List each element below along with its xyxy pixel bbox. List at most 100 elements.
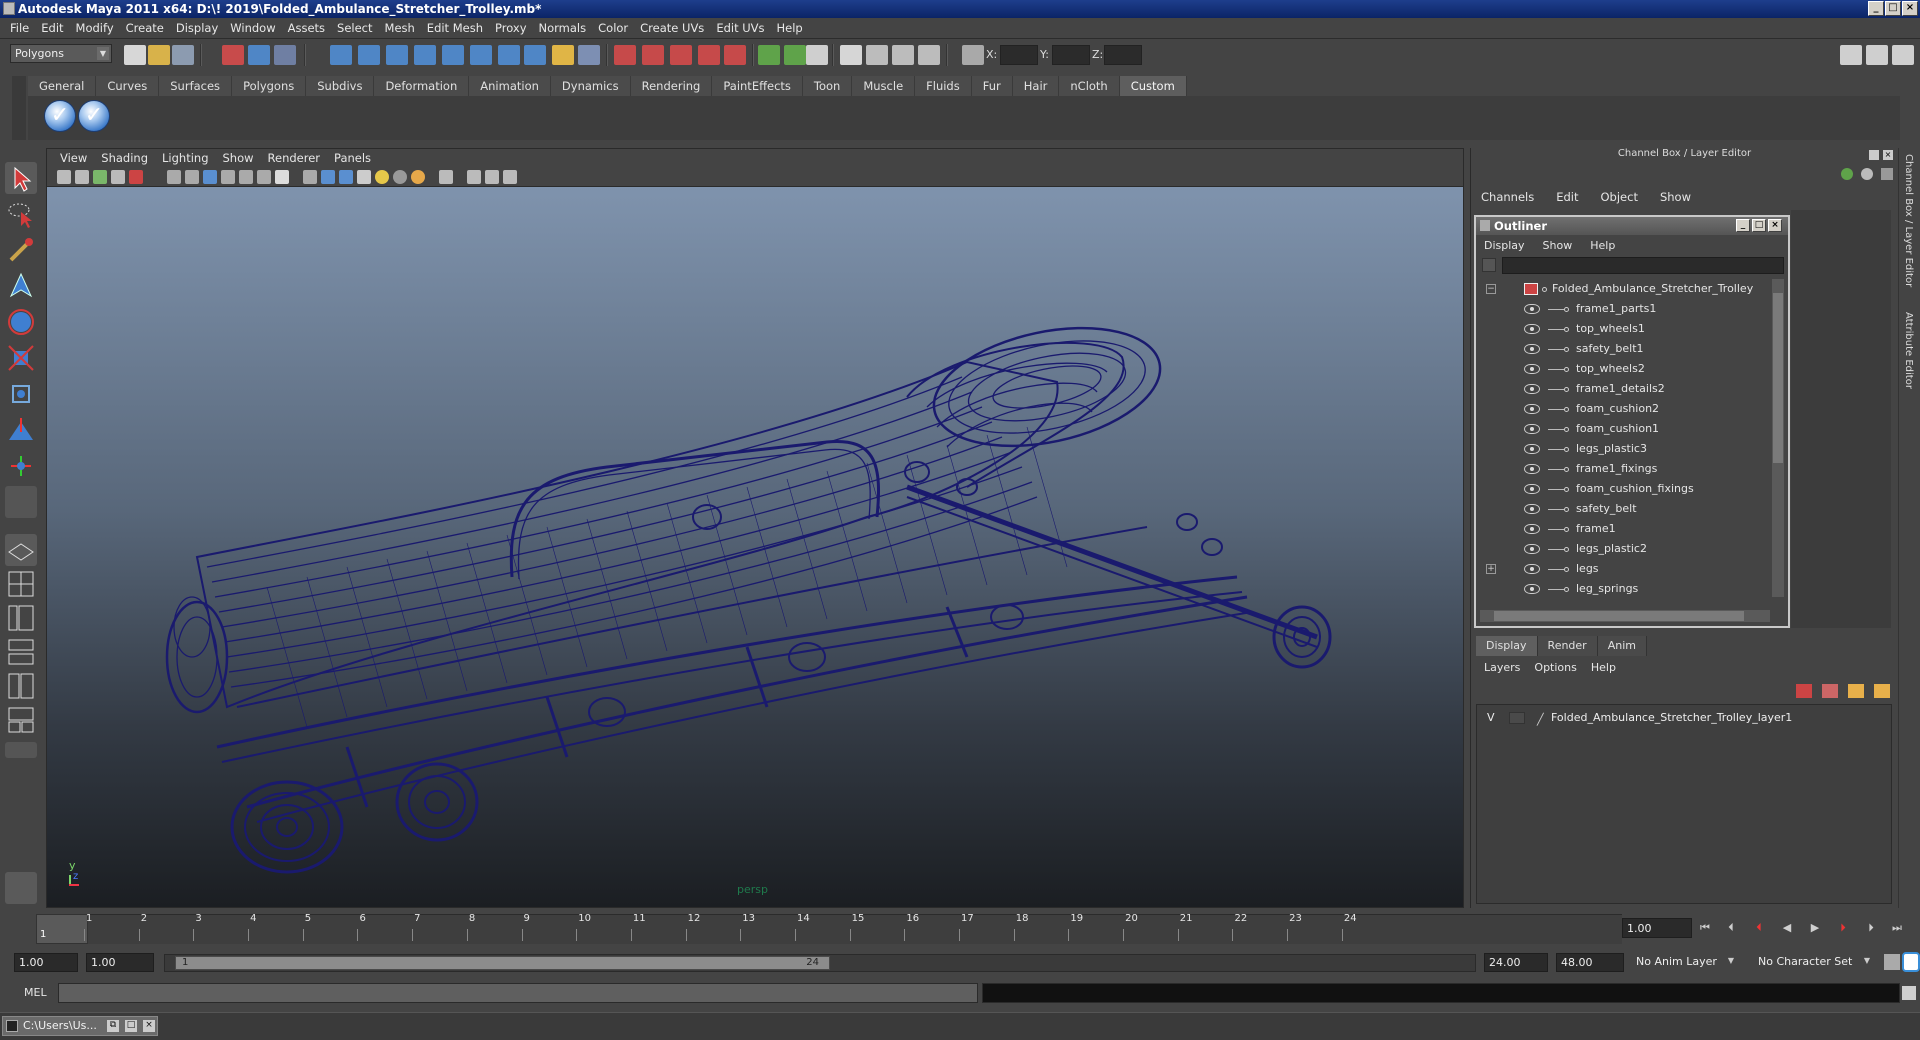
go-to-end-icon[interactable]: ⏭ <box>1890 922 1904 934</box>
layer-tab-render[interactable]: Render <box>1537 636 1598 656</box>
panel-menu-show[interactable]: Show <box>216 151 261 165</box>
channel-menu-show[interactable]: Show <box>1660 190 1691 204</box>
menu-normals[interactable]: Normals <box>533 21 593 35</box>
default-light-icon[interactable] <box>375 170 389 184</box>
menu-edit[interactable]: Edit <box>35 21 69 35</box>
close-panel-icon[interactable]: × <box>1883 150 1893 160</box>
menu-create-uvs[interactable]: Create UVs <box>634 21 710 35</box>
channel-menu-channels[interactable]: Channels <box>1481 190 1534 204</box>
shelf-tab-fur[interactable]: Fur <box>971 76 1013 96</box>
rotate-tool-icon[interactable] <box>5 306 37 338</box>
xray-icon[interactable] <box>467 170 481 184</box>
shelf-tab-ncloth[interactable]: nCloth <box>1059 76 1120 96</box>
layer-color-icon[interactable]: ╱ <box>1537 711 1544 729</box>
outliner-item[interactable]: foam_cushion1 <box>1480 419 1770 439</box>
clapper-icon[interactable] <box>892 45 914 65</box>
render-region-icon[interactable] <box>758 45 780 65</box>
snap-plane-icon[interactable] <box>414 45 436 65</box>
step-forward-key-icon[interactable]: ⏵ <box>1836 922 1850 934</box>
range-slider-handle[interactable]: 1 24 <box>175 956 830 970</box>
film-gate-icon[interactable] <box>185 170 199 184</box>
outliner-menu-show[interactable]: Show <box>1543 239 1573 252</box>
image-plane-icon[interactable] <box>93 170 107 184</box>
snap-grid-icon[interactable] <box>330 45 352 65</box>
outliner-item[interactable]: legs_plastic2 <box>1480 539 1770 559</box>
outliner-item[interactable]: leg_springs <box>1480 579 1770 599</box>
restore-button[interactable]: ⧉ <box>107 1020 119 1032</box>
panel-menu-panels[interactable]: Panels <box>327 151 378 165</box>
magnet-surface-icon[interactable] <box>698 45 720 65</box>
snap-surface-icon[interactable] <box>442 45 464 65</box>
scrollbar-thumb[interactable] <box>1494 611 1744 621</box>
channel-box-options-icon[interactable] <box>1841 168 1853 180</box>
camera-bookmark-icon[interactable] <box>75 170 89 184</box>
menu-help[interactable]: Help <box>771 21 809 35</box>
shelf-tab-rendering[interactable]: Rendering <box>630 76 713 96</box>
shelf-tab-painteffects[interactable]: PaintEffects <box>712 76 803 96</box>
command-language-toggle[interactable]: MEL <box>24 986 47 999</box>
history-icon[interactable] <box>498 45 520 65</box>
new-layer-icon[interactable] <box>1796 684 1812 698</box>
outliner-item[interactable]: foam_cushion2 <box>1480 399 1770 419</box>
scale-tool-icon[interactable] <box>5 342 37 374</box>
side-tab-attribute-editor[interactable]: Attribute Editor <box>1903 312 1914 389</box>
outliner-item[interactable]: safety_belt1 <box>1480 339 1770 359</box>
channel-menu-edit[interactable]: Edit <box>1556 190 1578 204</box>
smooth-shade-icon[interactable] <box>321 170 335 184</box>
shelf-tab-polygons[interactable]: Polygons <box>232 76 307 96</box>
time-slider[interactable]: 1 1 2 3 4 5 6 7 8 9 10 11 12 13 14 15 16 17 18 19 20 21 22 23 2… <box>14 912 1622 946</box>
magnet-icon[interactable] <box>614 45 636 65</box>
layer-type-toggle[interactable] <box>1509 712 1525 724</box>
check-icon[interactable]: ✓ <box>44 100 76 132</box>
panel-menu-view[interactable]: View <box>53 151 94 165</box>
magnet-live-icon[interactable] <box>724 45 746 65</box>
shelf-tab-general[interactable]: General <box>28 76 97 96</box>
menu-select[interactable]: Select <box>331 21 378 35</box>
shelf-tab-dynamics[interactable]: Dynamics <box>550 76 631 96</box>
outliner-search-input[interactable] <box>1502 257 1784 274</box>
xray-joints-icon[interactable] <box>485 170 499 184</box>
wireframe-icon[interactable] <box>303 170 317 184</box>
outliner-item[interactable]: foam_cushion_fixings <box>1480 479 1770 499</box>
step-back-frame-icon[interactable]: ⏴ <box>1724 922 1738 934</box>
outliner-menu-display[interactable]: Display <box>1484 239 1525 252</box>
playhead[interactable]: 1 <box>36 914 88 944</box>
shelf-tab-fluids[interactable]: Fluids <box>915 76 972 96</box>
timeline-track[interactable] <box>36 914 1622 944</box>
start-time-field[interactable]: 1.00 <box>14 953 78 972</box>
close-button[interactable]: × <box>1902 1 1918 16</box>
xray-components-icon[interactable] <box>503 170 517 184</box>
safe-action-icon[interactable] <box>257 170 271 184</box>
outliner-item[interactable]: legs_plastic3 <box>1480 439 1770 459</box>
maximize-button[interactable]: □ <box>1885 1 1901 16</box>
script-editor-icon[interactable] <box>1902 986 1916 1000</box>
field-chart-icon[interactable] <box>239 170 253 184</box>
soft-modification-icon[interactable] <box>5 414 37 446</box>
range-slider-track[interactable]: 1 24 <box>164 954 1476 972</box>
play-backwards-icon[interactable]: ◀ <box>1780 922 1794 934</box>
shelf-tab-subdivs[interactable]: Subdivs <box>306 76 375 96</box>
outliner-item[interactable]: safety_belt <box>1480 499 1770 519</box>
menu-file[interactable]: File <box>4 21 35 35</box>
paint-select-tool-icon[interactable] <box>5 234 37 266</box>
isolate-select-icon[interactable] <box>439 170 453 184</box>
transform-field-icon[interactable] <box>962 45 984 65</box>
side-tab-channel-box[interactable]: Channel Box / Layer Editor <box>1903 154 1914 287</box>
outliner-filter-icon[interactable] <box>1482 258 1496 272</box>
z-field[interactable] <box>1104 45 1142 65</box>
camera-attributes-icon[interactable] <box>57 170 71 184</box>
channel-menu-object[interactable]: Object <box>1601 190 1638 204</box>
step-forward-frame-icon[interactable]: ⏵ <box>1864 922 1878 934</box>
manip-icon[interactable] <box>1861 168 1873 180</box>
render-settings-icon[interactable] <box>806 45 828 65</box>
all-lights-icon[interactable] <box>393 170 407 184</box>
move-up-layer-icon[interactable] <box>1848 684 1864 698</box>
layer-tab-anim[interactable]: Anim <box>1597 636 1647 656</box>
open-scene-icon[interactable] <box>148 45 170 65</box>
character-set-select[interactable]: No Character Set ▼ <box>1754 953 1872 972</box>
grid-icon[interactable] <box>167 170 181 184</box>
new-scene-icon[interactable] <box>124 45 146 65</box>
scrollbar-thumb[interactable] <box>1773 293 1783 463</box>
shelf-menu-handle[interactable] <box>12 76 26 140</box>
menu-color[interactable]: Color <box>592 21 634 35</box>
